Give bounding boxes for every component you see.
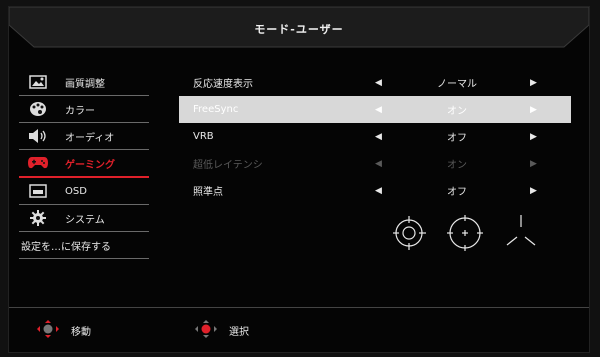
arrow-left-icon[interactable]: ◀ xyxy=(375,105,382,115)
select-label: 選択 xyxy=(229,327,249,338)
setting-value: ノーマル xyxy=(437,79,477,90)
gamepad-icon xyxy=(27,154,49,172)
arrow-right-icon[interactable]: ▶ xyxy=(530,132,537,142)
sidebar-item-label: オーディオ xyxy=(65,132,115,144)
setting-name: 反応速度表示 xyxy=(193,79,253,90)
sidebar-item-color[interactable]: カラー xyxy=(19,96,149,123)
sidebar-item-picture[interactable]: 画質調整 xyxy=(19,69,149,96)
arrow-left-icon[interactable]: ◀ xyxy=(375,78,382,88)
arrow-right-icon[interactable]: ▶ xyxy=(530,105,537,115)
arrow-left-icon[interactable]: ◀ xyxy=(375,132,382,142)
setting-row-aim-point[interactable]: 照準点 ◀ オフ ▶ xyxy=(179,177,571,204)
crosshair-tri-icon xyxy=(506,215,536,246)
crosshair-circle-icon xyxy=(392,216,426,250)
sidebar-item-audio[interactable]: オーディオ xyxy=(19,123,149,150)
setting-row-freesync[interactable]: FreeSync ◀ オン ▶ xyxy=(179,96,571,123)
sidebar-item-label: 設定を…に保存する xyxy=(21,241,111,253)
setting-row-ultra-low-latency: 超低レイテンシ ◀ オン ▶ xyxy=(179,150,571,177)
sidebar-item-label: OSD xyxy=(65,185,87,197)
speaker-icon xyxy=(27,127,49,145)
arrow-left-icon[interactable]: ◀ xyxy=(375,186,382,196)
setting-name: 超低レイテンシ xyxy=(193,160,263,171)
dpad-select-icon xyxy=(193,319,219,342)
setting-value: オフ xyxy=(447,133,467,144)
setting-row-vrb[interactable]: VRB ◀ オフ ▶ xyxy=(179,123,571,150)
setting-name: VRB xyxy=(193,131,214,142)
osd-header: モード-ユーザー xyxy=(9,7,589,53)
monitor-screen: モード-ユーザー 画質調整 カラー オーディオ ゲーミング OSD システム 設… xyxy=(0,0,600,357)
setting-row-response-time[interactable]: 反応速度表示 ◀ ノーマル ▶ xyxy=(179,69,571,96)
sidebar-item-label: 画質調整 xyxy=(65,78,105,90)
arrow-right-icon[interactable]: ▶ xyxy=(530,186,537,196)
move-hint: 移動 xyxy=(35,319,91,342)
sidebar-item-label: ゲーミング xyxy=(65,159,115,171)
page-title: モード-ユーザー xyxy=(254,23,344,36)
arrow-left-icon: ◀ xyxy=(375,158,382,169)
sidebar-item-save-settings[interactable]: 設定を…に保存する xyxy=(19,232,149,259)
osd-icon xyxy=(27,182,49,200)
dpad-move-icon xyxy=(35,319,61,342)
osd-menu: モード-ユーザー 画質調整 カラー オーディオ ゲーミング OSD システム 設… xyxy=(8,6,590,353)
gear-icon xyxy=(27,209,49,227)
sidebar-item-label: システム xyxy=(65,214,105,226)
sidebar-item-system[interactable]: システム xyxy=(19,205,149,232)
arrow-right-icon: ▶ xyxy=(530,158,537,169)
palette-icon xyxy=(27,100,49,118)
select-hint: 選択 xyxy=(193,319,249,342)
move-label: 移動 xyxy=(71,327,91,338)
setting-name: 照準点 xyxy=(193,187,223,198)
setting-name: FreeSync xyxy=(193,104,239,115)
setting-value: オフ xyxy=(447,187,467,198)
sidebar-item-label: カラー xyxy=(65,105,95,117)
sidebar-item-osd[interactable]: OSD xyxy=(19,178,149,205)
picture-icon xyxy=(27,73,49,91)
arrow-right-icon[interactable]: ▶ xyxy=(530,78,537,88)
crosshair-dot-icon xyxy=(447,215,483,251)
settings-panel: 反応速度表示 ◀ ノーマル ▶ FreeSync ◀ オン ▶ VRB ◀ オフ… xyxy=(179,69,571,204)
footer-divider xyxy=(9,307,589,308)
setting-value: オン xyxy=(447,160,467,171)
sidebar-item-gaming[interactable]: ゲーミング xyxy=(19,150,149,178)
setting-value: オン xyxy=(447,106,467,117)
sidebar-menu: 画質調整 カラー オーディオ ゲーミング OSD システム 設定を…に保存する xyxy=(19,69,149,259)
osd-footer: 移動 選択 xyxy=(9,307,589,352)
crosshair-options xyxy=(392,211,553,255)
